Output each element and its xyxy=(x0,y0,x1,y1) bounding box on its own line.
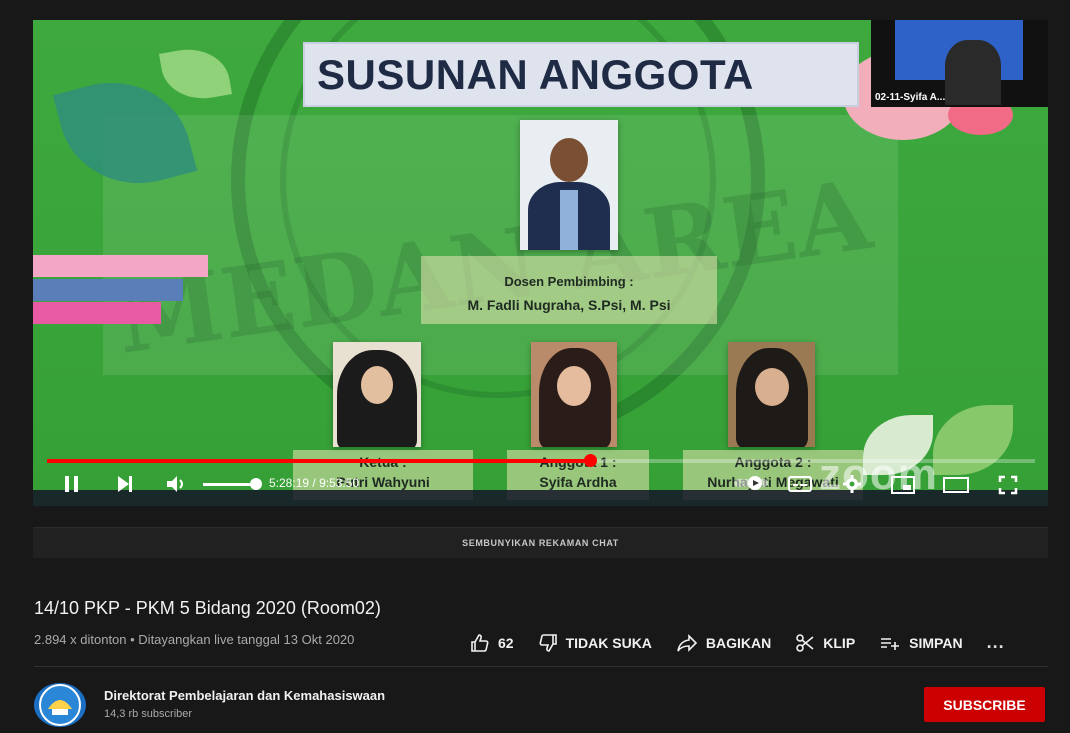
advisor-name: M. Fadli Nugraha, S.Psi, M. Psi xyxy=(467,297,671,313)
share-icon xyxy=(677,633,698,652)
clip-label: KLIP xyxy=(823,634,856,651)
member-name: Syifa Ardha xyxy=(539,474,617,490)
save-button[interactable]: SIMPAN xyxy=(879,633,963,653)
dislike-button[interactable]: TIDAK SUKA xyxy=(538,633,652,653)
hide-chat-label: SEMBUNYIKAN REKAMAN CHAT xyxy=(462,538,619,548)
divider xyxy=(34,666,1048,667)
time-current: 5:28:19 xyxy=(269,476,310,490)
channel-avatar[interactable] xyxy=(34,683,86,727)
volume-slider[interactable] xyxy=(203,483,255,486)
theater-icon[interactable] xyxy=(943,476,969,499)
stripe-decoration xyxy=(33,302,161,324)
member-photo xyxy=(728,342,815,447)
subscriber-count: 14,3 rb subscriber xyxy=(104,708,193,720)
thumbs-down-icon xyxy=(539,633,557,652)
member-photo xyxy=(333,342,421,447)
volume-icon[interactable] xyxy=(165,474,187,499)
advisor-role: Dosen Pembimbing : xyxy=(504,274,634,289)
settings-icon[interactable] xyxy=(842,474,862,499)
like-count: 62 xyxy=(498,634,514,651)
save-label: SIMPAN xyxy=(909,634,963,651)
time-total: 9:53:50 xyxy=(319,476,360,490)
thumbs-up-icon xyxy=(471,633,489,652)
subtitles-icon[interactable] xyxy=(788,476,812,497)
volume-thumb[interactable] xyxy=(250,478,262,490)
autoplay-toggle-icon[interactable] xyxy=(733,475,769,496)
member-photo xyxy=(531,342,617,447)
participant-name: 02-11-Syifa A... xyxy=(875,92,946,103)
share-button[interactable]: BAGIKAN xyxy=(676,633,771,653)
more-actions-button[interactable]: ... xyxy=(987,632,1005,653)
action-bar: 62 TIDAK SUKA BAGIKAN KLIP SIMPAN ... xyxy=(470,632,1005,653)
progress-bar[interactable] xyxy=(47,454,1035,467)
video-title: 14/10 PKP - PKM 5 Bidang 2020 (Room02) xyxy=(34,598,381,618)
progress-fill xyxy=(47,459,591,463)
next-icon[interactable] xyxy=(115,474,135,499)
subscribe-button[interactable]: SUBSCRIBE xyxy=(924,687,1045,722)
slide-panel xyxy=(103,115,898,375)
advisor-photo xyxy=(520,120,618,250)
clip-button[interactable]: KLIP xyxy=(795,633,855,653)
hide-chat-replay-button[interactable]: SEMBUNYIKAN REKAMAN CHAT xyxy=(33,527,1048,558)
participant-camera: 02-11-Syifa A... xyxy=(871,20,1048,107)
video-meta: 2.894 x ditonton • Ditayangkan live tang… xyxy=(34,632,355,647)
tut-wuri-logo-icon xyxy=(39,684,81,726)
share-label: BAGIKAN xyxy=(705,634,772,651)
time-display: 5:28:19 / 9:53:50 xyxy=(269,476,359,490)
stripe-decoration xyxy=(33,255,208,277)
video-player[interactable]: MEDAN AREA SUSUNAN ANGGOTA Dosen Pembimb… xyxy=(33,20,1048,506)
scissors-icon xyxy=(796,633,814,652)
fullscreen-icon[interactable] xyxy=(998,475,1018,500)
slide-title: SUSUNAN ANGGOTA xyxy=(303,42,859,107)
participant-avatar xyxy=(945,40,1001,105)
pause-icon[interactable] xyxy=(63,474,81,499)
playlist-add-icon xyxy=(881,637,900,650)
channel-name[interactable]: Direktorat Pembelajaran dan Kemahasiswaa… xyxy=(104,688,385,703)
like-button[interactable]: 62 xyxy=(470,633,514,653)
advisor-label: Dosen Pembimbing : M. Fadli Nugraha, S.P… xyxy=(421,256,717,324)
miniplayer-icon[interactable] xyxy=(891,476,915,499)
time-separator: / xyxy=(309,476,320,490)
stripe-decoration xyxy=(33,279,183,301)
dislike-label: TIDAK SUKA xyxy=(565,634,652,651)
